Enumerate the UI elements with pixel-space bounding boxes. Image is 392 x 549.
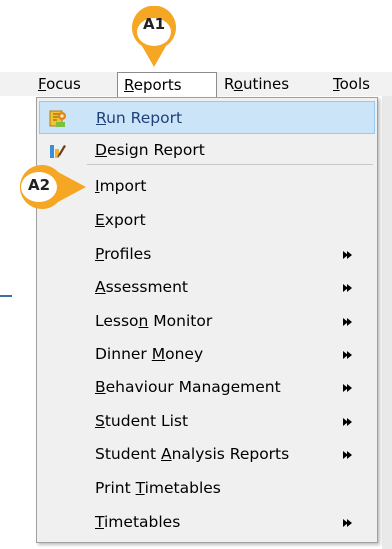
menu-item-profiles[interactable]: Profiles xyxy=(39,238,375,271)
submenu-arrow-icon xyxy=(343,384,352,392)
menu-item-timetables[interactable]: Timetables xyxy=(39,506,375,539)
menu-item-lesson-monitor[interactable]: Lesson Monitor xyxy=(39,305,375,338)
menu-item-behaviour-management[interactable]: Behaviour Management xyxy=(39,371,375,404)
menu-separator xyxy=(87,164,373,165)
menu-item-design-report[interactable]: Design Report xyxy=(39,134,375,167)
background-divider xyxy=(0,295,12,297)
menu-item-assessment[interactable]: Assessment xyxy=(39,271,375,304)
menu-item-label: Profiles xyxy=(95,245,152,263)
submenu-arrow-icon xyxy=(343,318,352,326)
callout-a2: A2 xyxy=(14,164,88,210)
run-report-icon xyxy=(49,110,66,127)
design-report-icon xyxy=(50,145,66,158)
menu-item-label: Student Analysis Reports xyxy=(95,445,290,463)
menu-item-export[interactable]: Export xyxy=(39,204,375,237)
menu-item-label: Design Report xyxy=(95,141,205,159)
menu-bar: Focus Reports Routines Tools xyxy=(0,72,392,97)
menu-item-label: Print Timetables xyxy=(95,479,221,497)
menu-routines[interactable]: Routines xyxy=(224,72,289,96)
menu-item-run-report[interactable]: Run Report xyxy=(39,101,375,134)
callout-a2-label: A2 xyxy=(27,176,51,194)
submenu-arrow-icon xyxy=(343,451,352,459)
submenu-arrow-icon xyxy=(343,284,352,292)
menu-item-label: Run Report xyxy=(96,109,183,127)
submenu-arrow-icon xyxy=(343,418,352,426)
menu-item-label: Timetables xyxy=(95,513,181,531)
submenu-arrow-icon xyxy=(343,251,352,259)
menu-item-print-timetables[interactable]: Print Timetables xyxy=(39,472,375,505)
menu-item-label: Assessment xyxy=(95,278,188,296)
menu-item-label: Dinner Money xyxy=(95,345,204,363)
callout-a1: A1 xyxy=(128,5,180,70)
menu-item-student-analysis-reports[interactable]: Student Analysis Reports xyxy=(39,438,375,471)
window-background-edge xyxy=(382,96,392,549)
callout-a1-label: A1 xyxy=(142,15,166,33)
menu-item-label: Export xyxy=(95,211,146,229)
menu-item-label: Behaviour Management xyxy=(95,378,281,396)
menu-item-import[interactable]: Import xyxy=(39,170,375,203)
menu-item-label: Lesson Monitor xyxy=(95,312,213,330)
menu-item-student-list[interactable]: Student List xyxy=(39,405,375,438)
submenu-arrow-icon xyxy=(343,351,352,359)
menu-item-label: Student List xyxy=(95,412,189,430)
menu-tools[interactable]: Tools xyxy=(333,72,370,96)
menu-item-dinner-money[interactable]: Dinner Money xyxy=(39,338,375,371)
menu-reports[interactable]: Reports xyxy=(117,72,217,97)
menu-focus[interactable]: Focus xyxy=(38,72,81,96)
submenu-arrow-icon xyxy=(343,519,352,527)
menu-item-label: Import xyxy=(95,177,147,195)
